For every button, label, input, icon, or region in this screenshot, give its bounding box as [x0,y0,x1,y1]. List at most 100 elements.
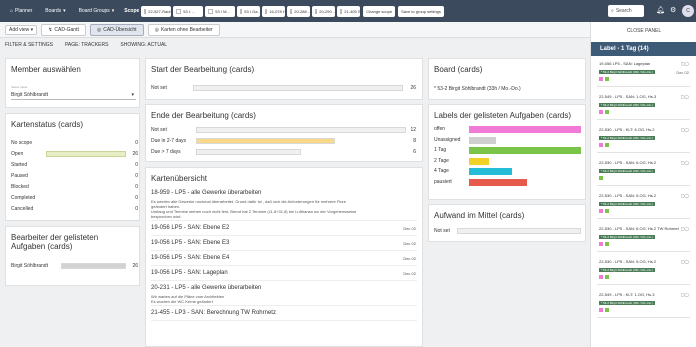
side-card-member-tag: * 53-2 Birgit Söhlbrandt (33h / Mo.-Do.) [599,268,656,272]
showing-selector[interactable]: SHOWING: ACTUAL [120,42,167,48]
overview-item-date: Dec 02 [403,271,416,276]
board-value: * 53-2 Birgit Söhlbrandt (33h / Mo.-Do.) [434,86,521,92]
scope-chip[interactable]: 22-527-Rauf... [141,5,172,17]
side-card-member-tag: * 53-2 Birgit Söhlbrandt (33h / Mo.-Do.) [599,235,656,239]
label-dots [599,242,609,246]
scope-chip[interactable]: 20-290 ... [312,5,336,17]
search-input[interactable]: ⌕ Search [608,5,644,17]
nav-planner[interactable]: ⌂ Planner [5,8,37,14]
overview-item-title[interactable]: 19-056 LP5 - SAN: Lageplan [151,270,228,276]
side-card[interactable]: 22-530 - LP5 - SAN: 5.OG, Hs.2 ▢◯ * 53-2 B… [597,258,690,285]
divider [151,320,417,321]
label-dots [599,77,609,81]
filter-settings-button[interactable]: FILTER & SETTINGS [5,42,53,48]
status-value: 0 [135,184,138,190]
overview-item-desc: Umfang und Termine stehen noch nicht fes… [151,209,357,214]
side-card[interactable]: 22-549 - LP5 - SAN: 1.OG, Hs.3 ▢◯ * 53-2 B… [597,93,690,120]
start-bar [193,85,403,91]
side-card-title: 22-530 - LP5 - KLT: 6.OG, Hs.2 [599,127,655,132]
side-panel: CLOSE PANEL Label - 1 Tag (14) 19-056 LP… [590,22,696,347]
overview-item-title[interactable]: 21-455 - LP3 - SAN: Berechnung TW Rohrne… [151,310,276,316]
start-row-label: Not set [151,85,167,91]
status-bar [46,151,126,157]
close-panel-button[interactable]: CLOSE PANEL [591,24,696,38]
status-label: Started [11,162,28,168]
worker-value: 26 [132,263,138,269]
change-scope-button[interactable]: Change scope [363,5,396,17]
card-icons: ▢◯ [680,160,689,165]
tab-karten-ohne-bearbeiter[interactable]: ◎ Karten ohne Bearbeiter [147,23,220,36]
label-dot [605,143,609,147]
label-dot [605,77,609,81]
status-value: 0 [135,206,138,212]
card-icons: ▢◯ [680,292,689,297]
overview-item-desc: Es wurden die WC Kerne geändert [151,299,213,304]
card-icons: ▢◯ [680,259,689,264]
end-panel: Ende der Bearbeitung (cards) Not set 12 Du… [145,104,423,162]
gantt-icon: ↯ [48,26,53,33]
save-group-button[interactable]: Save to group settings [398,5,444,17]
scope-chip[interactable]: 53 I. ... [173,5,204,17]
top-nav-bar: ⌂ Planner Boards ▾ Board Groups ▾ Scope 22-… [0,0,696,22]
status-value: 0 [135,140,138,146]
worker-title: Bearbeiter der gelisteten Aufgaben (cards… [11,233,99,251]
scope-chip[interactable]: 53 I Ga... [237,5,261,17]
side-card[interactable]: 22-549 - LP5 - KLT: 1.OG, Hs.3 ▢◯ * 53-2 B… [597,291,690,318]
add-view-button[interactable]: Add view ▾ [5,24,38,35]
end-value: 8 [413,138,416,144]
tab-cad-gantt[interactable]: ↯ CAD-Gantt [41,23,86,36]
label-name: offen [434,126,446,132]
status-label: Completed [11,195,36,201]
nav-board-groups[interactable]: Board Groups ▾ [74,8,120,14]
side-card[interactable]: 22-530 - LP5 - KLT: 6.OG, Hs.2 ▢◯ * 53-2 B… [597,126,690,153]
nav-boards[interactable]: Boards ▾ [40,8,70,14]
home-icon: ⌂ [10,8,14,14]
side-card-member-tag: * 53-2 Birgit Söhlbrandt (33h / Mo.-Do.) [599,136,656,140]
overview-item-title[interactable]: 19-056 LP5 - SAN: Ebene E2 [151,225,229,231]
end-bar [196,138,335,144]
checkbox-icon [176,8,182,14]
avatar[interactable]: C [682,5,694,17]
chevron-down-icon: ▾ [63,8,66,14]
status-label: Paused [11,173,28,179]
side-card-date: Dec 02 [676,70,689,75]
overview-item-title[interactable]: 20-231 - LP5 - alle Gewerke überarbeiten [151,285,261,291]
divider [151,265,417,266]
checkbox-icon [265,8,268,14]
label-dot [599,209,603,213]
page-selector[interactable]: PAGE: TRACKERS [65,42,108,48]
overview-item-desc: Es werden alle Gewerke nochmal überarbei… [151,199,346,204]
divider [151,305,417,306]
scope-chip[interactable]: 21-405 S... [337,5,361,17]
overview-item-title[interactable]: 19-056 LP5 - SAN: Ebene E3 [151,240,229,246]
overview-item-title[interactable]: 19-056 LP5 - SAN: Ebene E4 [151,255,229,261]
scope-chips: 22-527-Rauf... 53 I. ... 53 I M... 53 I Ga.… [139,5,361,17]
member-select[interactable]: Birgit Söhlbrandt ▾ [11,90,136,100]
label-dot [599,242,603,246]
side-card-title: 22-549 - LP5 - SAN: 1.OG, Hs.3 [599,94,657,99]
label-dot [605,308,609,312]
gear-icon[interactable]: ⚙ [670,6,676,14]
label-dot [599,143,603,147]
overview-item-date: Dec 02 [403,256,416,261]
side-card[interactable]: 19-056 LP5 - SAN: Lageplan ▢◯ * 53-2 Birgi… [597,60,690,87]
overview-item-title[interactable]: 18-959 - LP5 - alle Gewerke überarbeiten [151,190,261,196]
side-card[interactable]: 22-530 - LP5 - SAN: 6.OG, Hs.2 TW Rohrne… [597,225,690,252]
side-card-title: 22-530 - LP5 - SAN: 5.OG, Hs.2 [599,193,657,198]
label-dots [599,308,609,312]
side-card[interactable]: 22-530 - LP5 - SAN: 6.OG, Hs.2 ▢◯ * 53-2 B… [597,159,690,186]
tab-cad-uebersicht[interactable]: ◎ CAD-Übersicht [89,23,144,36]
side-card-title: 22-530 - LP5 - SAN: 6.OG, Hs.2 TW Rohrne… [599,226,679,231]
label-bar [469,147,581,154]
worker-name: Birgit Söhlbrandt [11,263,48,269]
scope-chip-label: 53 I M... [215,8,230,14]
divider [151,250,417,251]
side-card[interactable]: 22-530 - LP5 - SAN: 5.OG, Hs.2 ▢◯ * 53-2 B… [597,192,690,219]
bell-icon[interactable]: 🔔︎ [656,6,665,14]
label-dot [599,308,603,312]
scope-chip[interactable]: 53 I M... [205,5,236,17]
scope-chip[interactable]: 20-288 ... [287,5,311,17]
scope-chip[interactable]: 16-078 H... [262,5,286,17]
label-dot [605,110,609,114]
start-panel: Start der Bearbeitung (cards) Not set 26 [145,58,423,100]
